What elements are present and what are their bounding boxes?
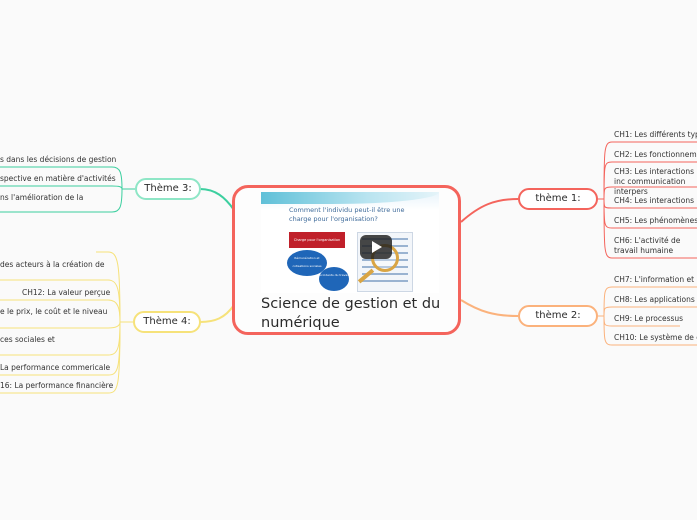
slide-header-wave: [261, 192, 439, 204]
play-icon[interactable]: [360, 235, 392, 259]
theme3-item[interactable]: ns l'amélioration de la: [0, 193, 83, 203]
theme2-item[interactable]: CH9: Le processus: [614, 314, 683, 324]
theme1-item[interactable]: CH6: L'activité de travail humaine: [614, 236, 697, 256]
theme1-item[interactable]: CH3: Les interactions inc communication …: [614, 167, 697, 197]
theme2-item[interactable]: CH8: Les applications et: [614, 295, 697, 305]
slide-question: Comment l'individu peut-il être une char…: [289, 206, 405, 223]
theme4-item[interactable]: La performance commericale: [0, 363, 110, 373]
connector-root-theme1: [460, 198, 519, 223]
theme4-item[interactable]: e le prix, le coût et le niveau: [0, 307, 107, 317]
theme2-item[interactable]: CH7: L'information et le s: [614, 275, 697, 285]
theme2-item[interactable]: CH10: Le système de ges: [614, 333, 697, 343]
theme1-item[interactable]: CH1: Les différents types: [614, 130, 697, 140]
slide-ellipse-2: Accidents du travail: [319, 267, 349, 291]
theme3-item[interactable]: s dans les décisions de gestion: [0, 155, 116, 165]
slide-red-box: Charge pour l'organisation: [289, 232, 345, 248]
theme1-item[interactable]: CH5: Les phénomènes re: [614, 216, 697, 226]
root-node[interactable]: Comment l'individu peut-il être une char…: [232, 185, 461, 335]
theme-node-1[interactable]: thème 1:: [518, 188, 598, 210]
theme-node-4[interactable]: Thème 4:: [133, 311, 201, 333]
root-title: Science de gestion et du numérique: [261, 296, 441, 331]
theme1-item[interactable]: CH4: Les interactions inc: [614, 196, 697, 206]
video-thumbnail[interactable]: Comment l'individu peut-il être une char…: [261, 192, 439, 293]
connector-root-theme3: [199, 188, 235, 211]
theme4-item[interactable]: 16: La performance financière: [0, 381, 113, 391]
theme4-item[interactable]: CH12: La valeur perçue: [22, 288, 110, 298]
connector-root-theme2: [460, 299, 519, 317]
connector-root-theme4: [199, 304, 235, 323]
theme-node-2[interactable]: thème 2:: [518, 305, 598, 327]
theme3-item[interactable]: spective en matière d'activités: [0, 174, 116, 184]
theme1-item[interactable]: CH2: Les fonctionnemen: [614, 150, 697, 160]
theme-node-3[interactable]: Thème 3:: [135, 178, 201, 200]
theme4-item[interactable]: des acteurs à la création de: [0, 260, 105, 270]
theme4-item[interactable]: ces sociales et: [0, 335, 55, 345]
